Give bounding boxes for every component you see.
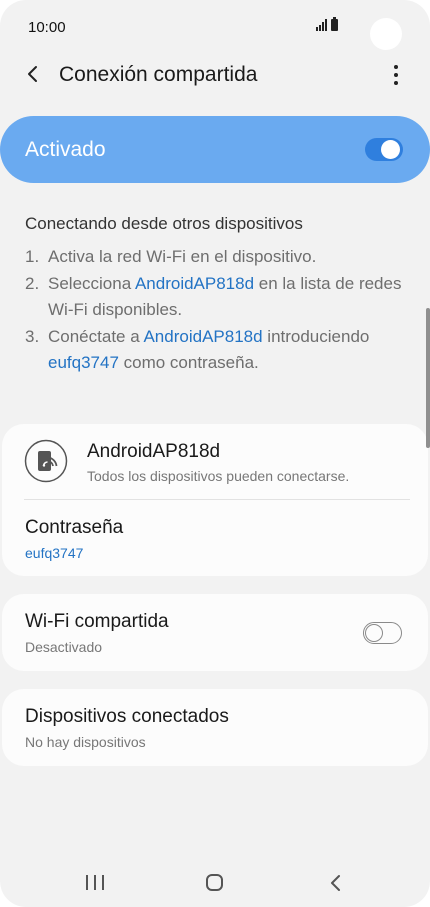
password-link: eufq3747 — [48, 353, 119, 372]
step-number: 1. — [25, 247, 40, 266]
more-options-icon[interactable] — [386, 62, 406, 88]
password-label[interactable]: Contraseña — [25, 517, 123, 539]
connected-devices-title: Dispositivos conectados — [25, 706, 229, 727]
phone-screen: 10:00 Conexión compartida Activado Conec… — [0, 0, 430, 907]
toggle-knob — [365, 624, 383, 642]
nav-back-icon[interactable] — [326, 873, 346, 893]
status-time: 10:00 — [28, 19, 66, 36]
network-name-link: AndroidAP818d — [143, 326, 263, 346]
card-divider — [24, 499, 410, 500]
page-title: Conexión compartida — [59, 63, 258, 86]
step-text-mid: introduciendo — [262, 326, 370, 346]
master-switch-label: Activado — [25, 138, 106, 161]
network-name: AndroidAP818d — [87, 441, 221, 462]
step-text-post: como contraseña. — [118, 353, 259, 372]
hotspot-master-switch[interactable]: Activado — [0, 116, 430, 183]
back-arrow-icon[interactable] — [20, 61, 46, 87]
connection-instructions: Conectando desde otros dispositivos 1. A… — [25, 214, 410, 377]
home-icon[interactable] — [206, 874, 223, 891]
instructions-steps: 1. Activa la red Wi-Fi en el dispositivo… — [25, 244, 410, 377]
scroll-indicator[interactable] — [426, 308, 430, 448]
step-text-pre: Selecciona — [48, 273, 135, 293]
battery-icon — [331, 17, 338, 31]
connected-devices-status: No hay dispositivos — [25, 734, 146, 750]
password-value: eufq3747 — [25, 545, 84, 561]
wifi-sharing-status: Desactivado — [25, 639, 103, 655]
connected-devices-setting[interactable]: Dispositivos conectados No hay dispositi… — [2, 689, 428, 766]
wifi-sharing-setting[interactable]: Wi-Fi compartida Desactivado — [2, 594, 428, 671]
instruction-step-3: 3. Conéctate a AndroidAP818d introducien… — [25, 324, 410, 377]
network-card: AndroidAP818d Todos los dispositivos pue… — [2, 424, 428, 576]
status-icons — [316, 17, 338, 31]
step-text: Conéctate a AndroidAP818d introduciendo … — [48, 324, 403, 377]
camera-cutout — [370, 18, 402, 50]
recent-apps-icon[interactable] — [86, 875, 104, 891]
navigation-bar — [0, 860, 430, 907]
app-header: Conexión compartida — [0, 52, 430, 98]
status-bar: 10:00 — [0, 0, 430, 50]
network-subtitle: Todos los dispositivos pueden conectarse… — [87, 468, 350, 484]
toggle-knob — [381, 140, 400, 159]
step-number: 3. — [25, 326, 40, 346]
wifi-sharing-toggle[interactable] — [363, 622, 402, 644]
instructions-title: Conectando desde otros dispositivos — [25, 214, 303, 233]
step-text-pre: Conéctate a — [48, 326, 144, 346]
instruction-step-2: 2. Selecciona AndroidAP818d en la lista … — [25, 271, 410, 324]
signal-icon — [316, 19, 327, 31]
step-text: Selecciona AndroidAP818d en la lista de … — [48, 271, 403, 324]
master-toggle[interactable] — [365, 138, 403, 161]
network-name-link: AndroidAP818d — [134, 273, 255, 293]
step-text: Activa la red Wi-Fi en el dispositivo. — [48, 247, 317, 266]
instruction-step-1: 1. Activa la red Wi-Fi en el dispositivo… — [25, 244, 410, 271]
step-number: 2. — [25, 273, 40, 293]
hotspot-icon — [24, 439, 68, 483]
wifi-sharing-title: Wi-Fi compartida — [25, 611, 169, 632]
